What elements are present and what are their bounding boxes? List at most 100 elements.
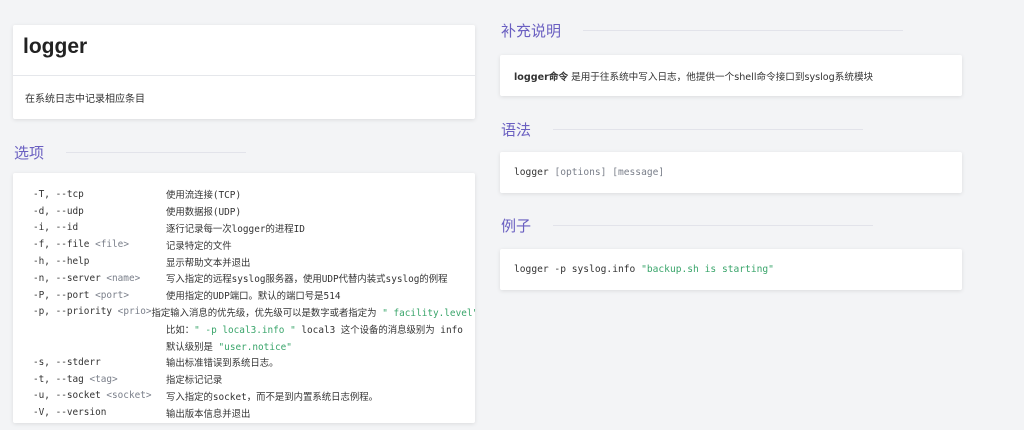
option-flag-name: -T, --tcp xyxy=(33,188,84,200)
option-flag-name: -P, --port xyxy=(33,289,96,301)
option-flag-name: -i, --id xyxy=(33,222,79,234)
option-description-text: 写入指定的远程syslog服务器，使用UDP代替内装式syslog的例程 xyxy=(166,274,448,286)
option-description-text: 指定标记记录 xyxy=(166,375,223,387)
option-description-text: 记录特定的文件 xyxy=(166,240,232,252)
option-description-string: "user.notice" xyxy=(218,341,292,353)
option-row: -t, --tag <tag> 指定标记记录 xyxy=(33,371,475,388)
option-description: 指定输入消息的优先级，优先级可以是数字或者指定为 " facility.leve… xyxy=(152,305,475,319)
option-description: 使用数据报(UDP) xyxy=(166,204,241,218)
option-description-text: 输出标准错误到系统日志。 xyxy=(166,358,279,370)
option-row: -s, --stderr 输出标准错误到系统日志。 xyxy=(33,354,475,371)
option-description-text: 逐行记录每一次logger的进程ID xyxy=(166,223,305,235)
option-description-string: " facility.level" xyxy=(382,307,475,319)
option-row: -d, --udp 使用数据报(UDP) xyxy=(33,203,475,220)
option-flag-arg: <socket> xyxy=(106,390,152,402)
example-section-title: 例子 xyxy=(501,215,874,236)
divider xyxy=(583,30,904,31)
option-flag: -i, --id xyxy=(33,222,166,233)
command-header-card: logger 在系统日志中记录相应条目 xyxy=(13,25,475,119)
option-description: 写入指定的socket，而不是到内置系统日志例程。 xyxy=(166,389,378,403)
option-flag-name: -s, --stderr xyxy=(33,356,101,368)
supplement-bold: logger命令 xyxy=(514,71,569,83)
option-description-text: 比如： xyxy=(166,324,195,336)
option-flag: -d, --udp xyxy=(33,206,166,217)
option-description-text: local3 这个设备的消息级别为 info xyxy=(295,324,463,336)
syntax-section-title: 语法 xyxy=(501,119,864,140)
option-flag-name: -d, --udp xyxy=(33,205,84,217)
option-flag: -n, --server <name> xyxy=(33,273,166,284)
option-row: 默认级别是 "user.notice" xyxy=(33,337,475,354)
example-command: logger -p syslog.info xyxy=(514,264,642,275)
option-description-text: 使用数据报(UDP) xyxy=(166,207,242,219)
option-flag: -h, --help xyxy=(33,256,166,267)
option-description-text: 指定输入消息的优先级，优先级可以是数字或者指定为 xyxy=(151,307,383,319)
example-heading: 例子 xyxy=(501,217,532,235)
supplement-text: logger命令 是用于往系统中写入日志，他提供一个shell命令接口到sysl… xyxy=(514,69,873,83)
command-header: logger xyxy=(13,25,475,76)
option-description: 指定标记记录 xyxy=(166,372,222,386)
option-row: -P, --port <port> 使用指定的UDP端口。默认的端口号是514 xyxy=(33,287,475,304)
option-description-text: 写入指定的socket，而不是到内置系统日志例程。 xyxy=(166,391,378,403)
option-description: 显示帮助文本并退出 xyxy=(166,255,250,269)
option-flag-arg: <file> xyxy=(95,239,129,251)
supplement-card: logger命令 是用于往系统中写入日志，他提供一个shell命令接口到sysl… xyxy=(500,55,962,96)
option-row: -V, --version 输出版本信息并退出 xyxy=(33,404,475,421)
options-section-title: 选项 xyxy=(14,142,247,163)
option-flag-arg: <tag> xyxy=(89,373,118,385)
option-row: 比如：" -p local3.info " local3 这个设备的消息级别为 … xyxy=(33,320,475,337)
example-string: "backup.sh is starting" xyxy=(641,264,774,275)
options-heading: 选项 xyxy=(14,144,45,162)
divider xyxy=(553,225,874,226)
option-flag-name: -h, --help xyxy=(33,256,90,268)
option-flag: -T, --tcp xyxy=(33,189,166,200)
option-flag-arg: <name> xyxy=(106,272,141,284)
option-description-text: 使用流连接(TCP) xyxy=(166,190,242,202)
option-row: -i, --id 逐行记录每一次logger的进程ID xyxy=(33,220,475,237)
option-flag: -P, --port <port> xyxy=(33,290,166,301)
option-flag-name: -t, --tag xyxy=(33,373,90,385)
option-flag: -u, --socket <socket> xyxy=(33,390,166,401)
command-description: 在系统日志中记录相应条目 xyxy=(25,94,145,105)
option-flag: -V, --version xyxy=(33,407,166,418)
supplement-body: 是用于往系统中写入日志，他提供一个shell命令接口到syslog系统模块 xyxy=(568,71,874,83)
option-flag-name: -V, --version xyxy=(33,407,107,419)
option-description: 使用指定的UDP端口。默认的端口号是514 xyxy=(166,288,341,302)
example-code-block: logger -p syslog.info "backup.sh is star… xyxy=(500,249,962,290)
option-description: 写入指定的远程syslog服务器，使用UDP代替内装式syslog的例程 xyxy=(166,271,448,285)
option-description: 默认级别是 "user.notice" xyxy=(166,339,292,353)
option-row: -f, --file <file> 记录特定的文件 xyxy=(33,236,475,253)
syntax-code-block: logger [options] [message] xyxy=(500,152,962,193)
divider xyxy=(66,152,247,153)
option-description: 比如：" -p local3.info " local3 这个设备的消息级别为 … xyxy=(166,322,463,336)
syntax-options-arg: [options] xyxy=(554,167,607,178)
option-description: 记录特定的文件 xyxy=(166,238,232,252)
option-flag-name: -p, --priority xyxy=(33,306,118,318)
option-description-text: 使用指定的UDP端口。默认的端口号是514 xyxy=(166,291,341,303)
option-row: -n, --server <name> 写入指定的远程syslog服务器，使用UD… xyxy=(33,270,475,287)
option-flag: -t, --tag <tag> xyxy=(33,374,166,385)
option-description-string: " -p local3.info " xyxy=(194,324,296,336)
options-list: -T, --tcp 使用流连接(TCP) -d, --udp 使用数据报(UDP) -i… xyxy=(33,186,475,421)
option-description: 输出版本信息并退出 xyxy=(166,406,250,420)
option-row: -u, --socket <socket> 写入指定的socket，而不是到内置系… xyxy=(33,388,475,405)
option-row: -T, --tcp 使用流连接(TCP) xyxy=(33,186,475,203)
option-flag-arg: <prio> xyxy=(117,306,152,318)
option-row: -p, --priority <prio> 指定输入消息的优先级，优先级可以是数字… xyxy=(33,304,475,321)
option-description: 使用流连接(TCP) xyxy=(166,187,241,201)
option-flag: -p, --priority <prio> xyxy=(33,306,152,317)
options-card: -T, --tcp 使用流连接(TCP) -d, --udp 使用数据报(UDP) -i… xyxy=(13,173,475,423)
divider xyxy=(553,129,864,130)
option-description-text: 输出版本信息并退出 xyxy=(166,408,251,420)
option-row: -h, --help 显示帮助文本并退出 xyxy=(33,253,475,270)
option-flag-name: -n, --server xyxy=(33,272,107,284)
syntax-command: logger xyxy=(514,167,555,178)
option-description: 逐行记录每一次logger的进程ID xyxy=(166,221,305,235)
command-title: logger xyxy=(23,35,88,58)
option-description: 输出标准错误到系统日志。 xyxy=(166,355,279,369)
option-flag: -f, --file <file> xyxy=(33,239,166,250)
option-description-text: 默认级别是 xyxy=(166,341,219,353)
option-flag-arg: <port> xyxy=(95,289,129,301)
option-flag: -s, --stderr xyxy=(33,357,166,368)
supplement-heading: 补充说明 xyxy=(501,22,562,40)
syntax-heading: 语法 xyxy=(501,121,532,139)
